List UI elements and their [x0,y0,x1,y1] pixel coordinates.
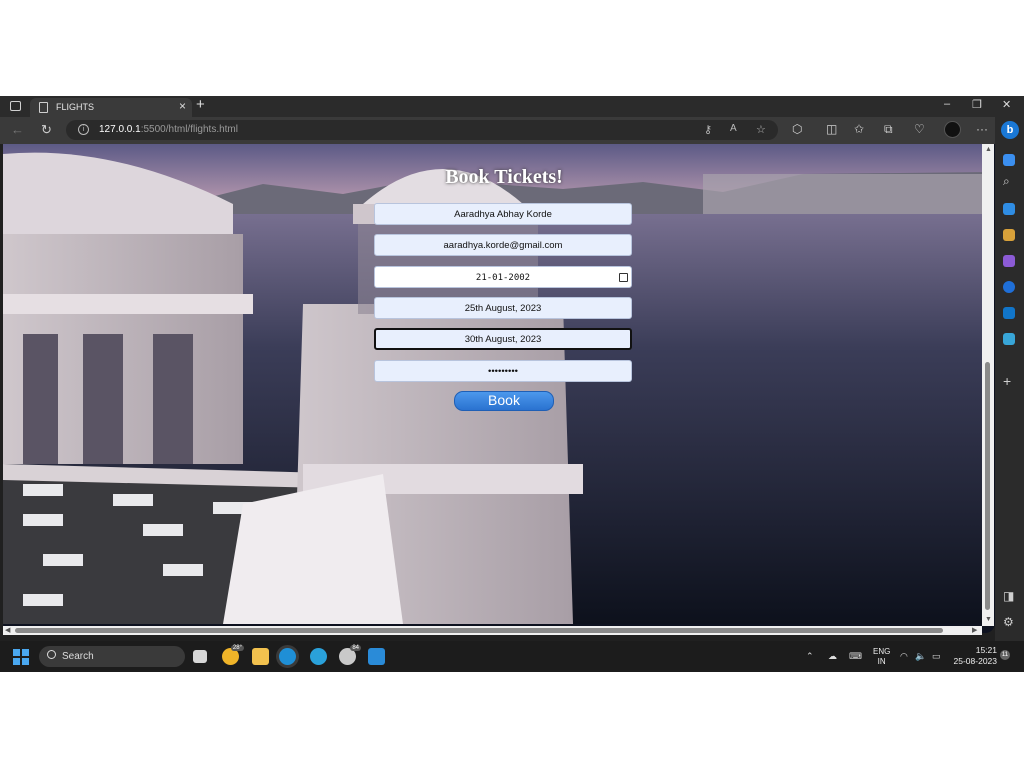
tab-bar: FLIGHTS × + – ❐ ✕ [0,96,1024,117]
outlook-icon[interactable] [1003,307,1015,319]
wifi-icon[interactable]: ◠ [900,651,908,662]
lang-top: ENG [873,647,891,656]
url-path: :5500/html/flights.html [140,124,238,135]
password-field[interactable]: ••••••••• [374,360,632,382]
url-host: 127.0.0.1 [99,124,141,135]
task-view-icon[interactable] [193,650,207,663]
weather-temp: 28° [230,645,244,651]
departure-field[interactable]: 25th August, 2023 [374,297,632,319]
maximize-button[interactable]: ❐ [972,98,982,111]
add-sidebar-app-icon[interactable]: + [1003,373,1011,389]
refresh-icon[interactable]: ↻ [41,122,52,138]
back-icon[interactable]: ← [11,122,24,137]
key-icon[interactable]: ⚷ [704,123,712,136]
search-icon [47,650,56,659]
hide-sidebar-icon[interactable]: ◨ [1003,589,1014,603]
battery-icon[interactable]: ▭ [932,651,941,662]
favorite-star-icon[interactable]: ☆ [756,123,766,136]
games-icon[interactable] [1003,255,1015,267]
split-screen-icon[interactable]: ◫ [826,122,837,136]
show-hidden-icons-chevron-up-icon[interactable]: ⌃ [806,651,814,662]
tools-icon[interactable] [1003,229,1015,241]
tab-close-icon[interactable]: × [179,99,186,113]
address-bar-row: ← ↻ i 127.0.0.1:5500/html/flights.html ⚷… [0,117,1024,144]
dob-value: 21-01-2002 [475,273,531,283]
search-label: Search [62,651,94,662]
scroll-right-icon[interactable]: ▶ [972,626,977,634]
edge-browser-icon[interactable] [279,648,296,665]
scroll-up-icon[interactable]: ▲ [985,146,992,153]
horizontal-scrollbar[interactable]: ◀ ▶ [3,626,982,635]
name-field[interactable]: Aaradhya Abhay Korde [374,203,632,225]
windows-taskbar: Search 28° 84 ⌃ ☁ ⌨ ENG IN ◠ 🔈 ▭ 15:21 2… [0,641,1024,672]
search-icon[interactable]: ⌕ [1003,174,1010,189]
taskbar-search[interactable]: Search [39,646,185,667]
profile-avatar[interactable] [944,121,961,138]
whatsapp-icon[interactable]: 84 [339,645,361,665]
clock-time: 15:21 [975,645,997,655]
lang-bottom: IN [877,657,886,666]
read-aloud-icon[interactable]: A [730,123,737,134]
tab-title: FLIGHTS [56,102,95,112]
shopping-tag-icon[interactable] [1003,203,1015,215]
tab-actions-icon[interactable] [10,101,21,111]
copilot-icon[interactable] [1003,154,1015,166]
clock[interactable]: 15:21 25-08-2023 [951,645,997,667]
language-indicator[interactable]: ENG IN [873,647,890,667]
edge-sidebar: b ⌕ + ◨ ⚙ [995,117,1024,641]
email-field[interactable]: aaradhya.korde@gmail.com [374,234,632,256]
minimize-button[interactable]: – [944,98,950,110]
horizontal-scroll-thumb[interactable] [15,628,943,633]
screen: FLIGHTS × + – ❐ ✕ ← ↻ i 127.0.0.1:5500/h… [0,96,1024,672]
telegram-icon[interactable] [310,648,327,665]
bing-chat-icon[interactable]: b [1001,121,1019,139]
vscode-icon[interactable] [368,648,385,665]
microsoft-365-icon[interactable] [1003,281,1015,293]
onedrive-cloud-icon[interactable]: ☁ [828,651,837,662]
notification-badge[interactable]: 11 [1000,650,1010,660]
close-window-button[interactable]: ✕ [1002,98,1011,111]
document-icon [39,102,48,113]
vertical-scrollbar[interactable]: ▲ ▼ [982,144,994,626]
url-text[interactable]: 127.0.0.1:5500/html/flights.html [99,124,238,135]
volume-icon[interactable]: 🔈 [915,651,926,662]
vertical-scroll-thumb[interactable] [985,362,990,610]
collections-icon[interactable]: ⧉ [884,122,893,137]
info-icon[interactable]: i [78,124,89,135]
new-tab-button[interactable]: + [196,96,205,113]
scroll-down-icon[interactable]: ▼ [985,616,992,623]
page-title: Book Tickets! [445,166,563,188]
more-menu-icon[interactable]: ··· [976,122,988,136]
file-explorer-icon[interactable] [252,648,269,665]
dob-date-field[interactable]: 21-01-2002 [374,266,632,288]
extensions-icon[interactable]: ⬡ [792,122,802,136]
weather-widget-icon[interactable]: 28° [222,645,244,665]
performance-icon[interactable]: ♡ [914,122,925,136]
calendar-icon[interactable] [619,273,628,282]
favorites-icon[interactable]: ✩ [854,122,864,136]
scroll-left-icon[interactable]: ◀ [5,626,10,634]
send-icon[interactable] [1003,333,1015,345]
whatsapp-badge: 84 [350,645,361,651]
windows-start-icon[interactable] [13,649,29,665]
book-button[interactable]: Book [454,391,554,411]
clock-date: 25-08-2023 [953,656,997,666]
page-viewport: Book Tickets! Aaradhya Abhay Korde aarad… [3,144,995,633]
url-bar[interactable]: i 127.0.0.1:5500/html/flights.html ⚷ A ☆ [66,120,778,140]
keyboard-icon[interactable]: ⌨ [849,651,862,662]
return-field[interactable]: 30th August, 2023 [374,328,632,350]
settings-gear-icon[interactable]: ⚙ [1003,615,1014,629]
tab-flights[interactable]: FLIGHTS × [30,98,192,117]
